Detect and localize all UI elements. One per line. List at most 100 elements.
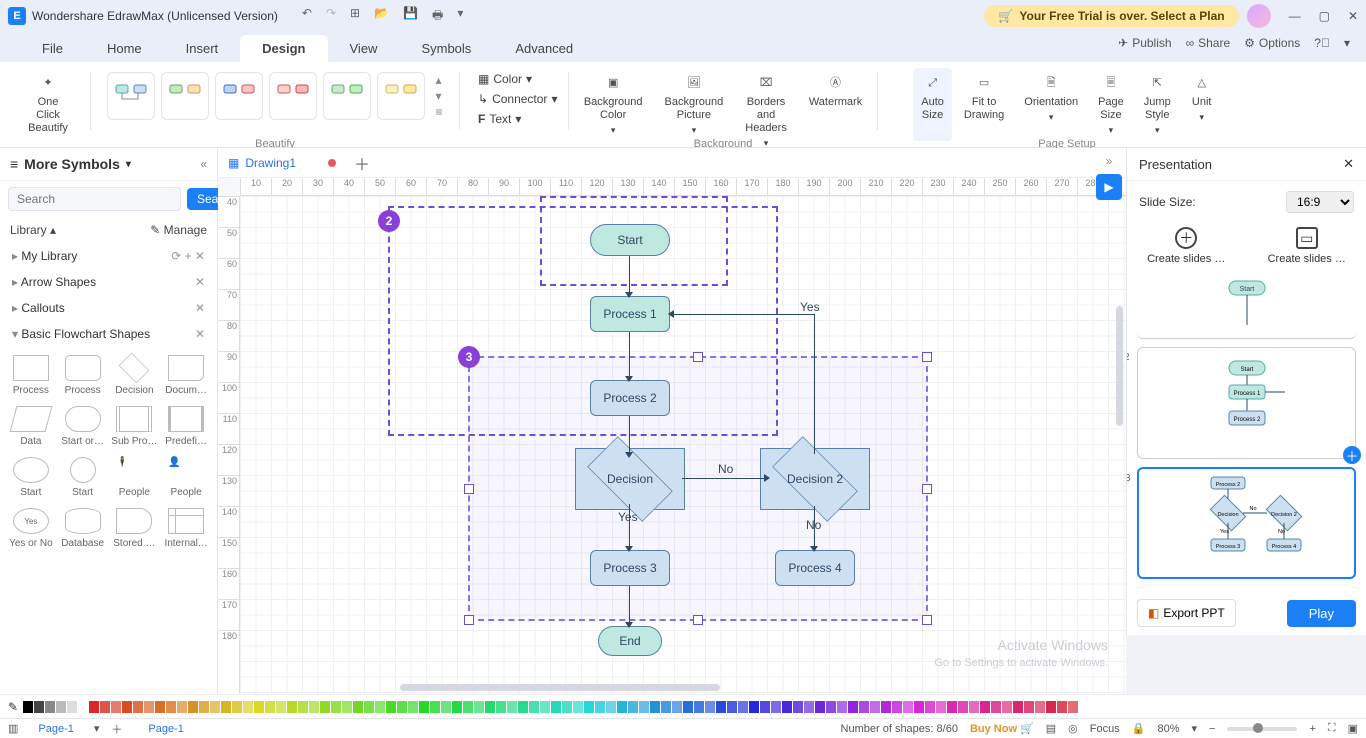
shape-database[interactable]: Database — [58, 504, 108, 553]
color-swatch[interactable] — [78, 701, 88, 713]
node-process4[interactable]: Process 4 — [775, 550, 855, 586]
layers-icon[interactable]: ▤ — [1046, 722, 1056, 735]
color-swatch[interactable] — [287, 701, 297, 713]
color-swatch[interactable] — [177, 701, 187, 713]
page-menu-icon[interactable]: ▾ — [94, 722, 100, 735]
color-swatch[interactable] — [386, 701, 396, 713]
shape-subprocess[interactable]: Sub Pro… — [110, 402, 160, 451]
theme-more-icon[interactable]: ≡ — [435, 105, 442, 119]
color-swatch[interactable] — [144, 701, 154, 713]
shape-people2[interactable]: 👤People — [161, 453, 211, 502]
shape-decision[interactable]: Decision — [110, 351, 160, 400]
connector-dropdown[interactable]: ↳Connector▾ — [474, 90, 561, 108]
pages-icon[interactable]: ▥ — [8, 722, 18, 735]
shape-start2[interactable]: Start — [58, 453, 108, 502]
color-swatch[interactable] — [408, 701, 418, 713]
close-button[interactable]: ✕ — [1348, 9, 1358, 23]
jump-style-button[interactable]: ⇱Jump Style▾ — [1136, 68, 1179, 141]
color-swatch[interactable] — [485, 701, 495, 713]
node-process1[interactable]: Process 1 — [590, 296, 670, 332]
color-swatch[interactable] — [397, 701, 407, 713]
color-swatch[interactable] — [639, 701, 649, 713]
menu-symbols[interactable]: Symbols — [399, 35, 493, 62]
color-swatch[interactable] — [166, 701, 176, 713]
trial-banner[interactable]: 🛒Your Free Trial is over. Select a Plan — [984, 5, 1238, 27]
menu-advanced[interactable]: Advanced — [493, 35, 595, 62]
color-swatch[interactable] — [353, 701, 363, 713]
export-ppt-button[interactable]: ◧Export PPT — [1137, 599, 1236, 627]
share-button[interactable]: ∞Share — [1186, 36, 1231, 50]
color-swatch[interactable] — [826, 701, 836, 713]
color-swatch[interactable] — [540, 701, 550, 713]
shape-process[interactable]: Process — [6, 351, 56, 400]
save-icon[interactable]: 💾 — [403, 6, 418, 27]
color-swatch[interactable] — [188, 701, 198, 713]
color-swatch[interactable] — [925, 701, 935, 713]
color-swatch[interactable] — [969, 701, 979, 713]
color-swatch[interactable] — [1002, 701, 1012, 713]
color-swatch[interactable] — [210, 701, 220, 713]
color-swatch[interactable] — [452, 701, 462, 713]
color-swatch[interactable] — [804, 701, 814, 713]
shape-process2[interactable]: Process — [58, 351, 108, 400]
text-dropdown[interactable]: FText▾ — [474, 110, 561, 128]
library-dropdown[interactable]: Library ▴ — [10, 223, 56, 237]
color-swatch[interactable] — [155, 701, 165, 713]
color-swatch[interactable] — [364, 701, 374, 713]
color-swatch[interactable] — [232, 701, 242, 713]
cat-arrow-shapes[interactable]: ▸ Arrow Shapes✕ — [0, 269, 217, 295]
color-swatch[interactable] — [947, 701, 957, 713]
shape-data[interactable]: Data — [6, 402, 56, 451]
fit-to-drawing-button[interactable]: ▭Fit to Drawing — [956, 68, 1012, 141]
watermark-button[interactable]: ⒶWatermark — [801, 68, 870, 154]
color-swatch[interactable] — [782, 701, 792, 713]
help-icon[interactable]: ?⃝ — [1314, 36, 1330, 50]
avatar[interactable] — [1247, 4, 1271, 28]
menu-home[interactable]: Home — [85, 35, 164, 62]
color-swatch[interactable] — [507, 701, 517, 713]
color-swatch[interactable] — [111, 701, 121, 713]
color-swatch[interactable] — [903, 701, 913, 713]
zoom-out-button[interactable]: − — [1209, 723, 1215, 735]
color-swatch[interactable] — [34, 701, 44, 713]
menu-view[interactable]: View — [328, 35, 400, 62]
shape-stored[interactable]: Stored … — [110, 504, 160, 553]
color-swatch[interactable] — [89, 701, 99, 713]
publish-button[interactable]: ✈Publish — [1118, 36, 1171, 50]
canvas[interactable]: 2 3 Start Process 1 Process 2 Decision D… — [240, 196, 1126, 694]
node-end[interactable]: End — [598, 626, 662, 656]
qat-more-icon[interactable]: ▾ — [457, 6, 463, 27]
color-swatch[interactable] — [837, 701, 847, 713]
page-size-button[interactable]: 🗏Page Size▾ — [1090, 68, 1132, 141]
shape-start-or[interactable]: Start or… — [58, 402, 108, 451]
color-swatch[interactable] — [914, 701, 924, 713]
eyedropper-icon[interactable]: ✎ — [8, 700, 18, 714]
color-swatch[interactable] — [870, 701, 880, 713]
new-icon[interactable]: ⊞ — [350, 6, 360, 27]
fit-page-icon[interactable]: ⛶ — [1328, 722, 1336, 735]
redo-icon[interactable]: ↷ — [326, 6, 336, 27]
color-swatch[interactable] — [496, 701, 506, 713]
color-swatch[interactable] — [716, 701, 726, 713]
one-click-beautify-button[interactable]: ✦ One Click Beautify — [20, 68, 76, 139]
background-color-button[interactable]: ▣Background Color▾ — [576, 68, 651, 154]
color-swatch[interactable] — [419, 701, 429, 713]
color-swatch[interactable] — [1046, 701, 1056, 713]
print-icon[interactable]: 🖶 — [432, 6, 443, 27]
expand-right-icon[interactable]: » — [1106, 154, 1113, 168]
color-swatch[interactable] — [793, 701, 803, 713]
color-swatch[interactable] — [1068, 701, 1078, 713]
color-swatch[interactable] — [672, 701, 682, 713]
add-tab-button[interactable]: ＋ — [354, 151, 370, 175]
theme-3[interactable] — [215, 72, 263, 120]
color-swatch[interactable] — [606, 701, 616, 713]
node-process2[interactable]: Process 2 — [590, 380, 670, 416]
options-button[interactable]: ⚙Options — [1244, 36, 1300, 50]
cat-my-library[interactable]: ▸ My Library⟳ + ✕ — [0, 243, 217, 269]
focus-icon[interactable]: ◎ — [1068, 722, 1078, 735]
color-swatch[interactable] — [1035, 701, 1045, 713]
color-swatch[interactable] — [573, 701, 583, 713]
color-swatch[interactable] — [463, 701, 473, 713]
shape-start1[interactable]: Start — [6, 453, 56, 502]
collapse-left-icon[interactable]: « — [200, 157, 207, 171]
